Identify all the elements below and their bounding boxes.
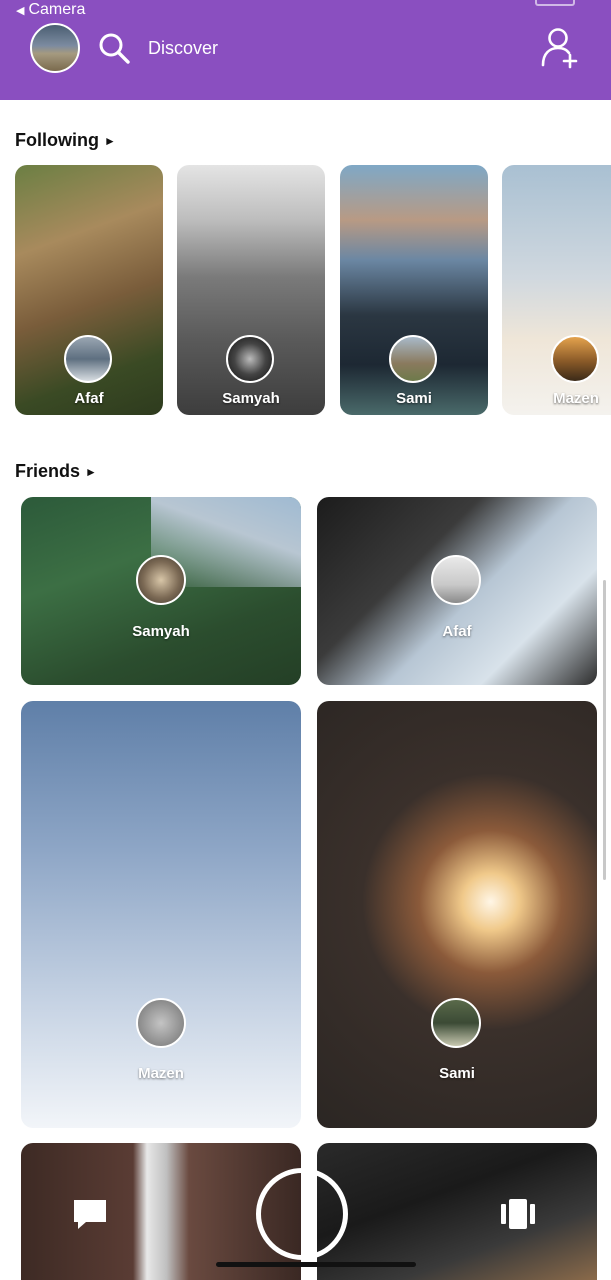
story-card[interactable]: Sami <box>340 165 488 415</box>
friends-title-label: Friends <box>15 461 81 481</box>
following-arrow-icon: ► <box>103 133 116 148</box>
story-card[interactable]: Samyah <box>177 165 325 415</box>
story-avatar <box>551 335 599 383</box>
back-triangle-icon: ◀ <box>16 4 25 17</box>
story-avatar <box>64 335 112 383</box>
scrollbar[interactable] <box>603 580 606 880</box>
story-avatar <box>389 335 437 383</box>
chat-icon[interactable] <box>72 1196 108 1232</box>
friend-avatar <box>431 998 481 1048</box>
discover-label[interactable]: Discover <box>148 38 218 59</box>
story-name: Mazen <box>553 390 599 407</box>
add-user-icon[interactable] <box>540 27 580 69</box>
story-card[interactable]: Afaf <box>15 165 163 415</box>
following-title-label: Following <box>15 130 99 150</box>
capture-button[interactable] <box>256 1168 348 1260</box>
friend-avatar <box>136 555 186 605</box>
top-bar: ◀ Camera Discover <box>0 0 611 100</box>
friends-arrow-icon: ► <box>85 464 97 479</box>
friend-name: Sami <box>439 1065 475 1082</box>
friend-card[interactable]: Mazen <box>21 701 301 1128</box>
friend-card[interactable]: Sami <box>317 701 597 1128</box>
search-icon[interactable] <box>98 32 130 64</box>
following-stories-row: Afaf Samyah Sami Mazen <box>15 165 611 415</box>
story-card[interactable]: Mazen <box>502 165 611 415</box>
stories-icon[interactable] <box>498 1196 538 1232</box>
friend-name: Mazen <box>138 1065 184 1082</box>
friend-avatar <box>431 555 481 605</box>
following-title[interactable]: Following ► <box>15 130 116 151</box>
back-label: Camera <box>28 1 86 18</box>
story-avatar <box>226 335 274 383</box>
profile-avatar[interactable] <box>30 23 80 73</box>
friend-name: Samyah <box>132 623 190 640</box>
back-to-camera-link[interactable]: ◀ Camera <box>16 1 85 19</box>
friend-card[interactable] <box>317 1143 597 1280</box>
home-indicator <box>216 1262 416 1267</box>
battery-icon <box>535 0 575 6</box>
story-name: Samyah <box>222 390 280 407</box>
friend-avatar <box>136 998 186 1048</box>
friend-name: Afaf <box>442 623 472 640</box>
story-name: Afaf <box>74 390 104 407</box>
friend-card[interactable]: Samyah <box>21 497 301 685</box>
friends-title[interactable]: Friends ► <box>15 461 97 482</box>
story-name: Sami <box>396 390 432 407</box>
friend-card[interactable]: Afaf <box>317 497 597 685</box>
